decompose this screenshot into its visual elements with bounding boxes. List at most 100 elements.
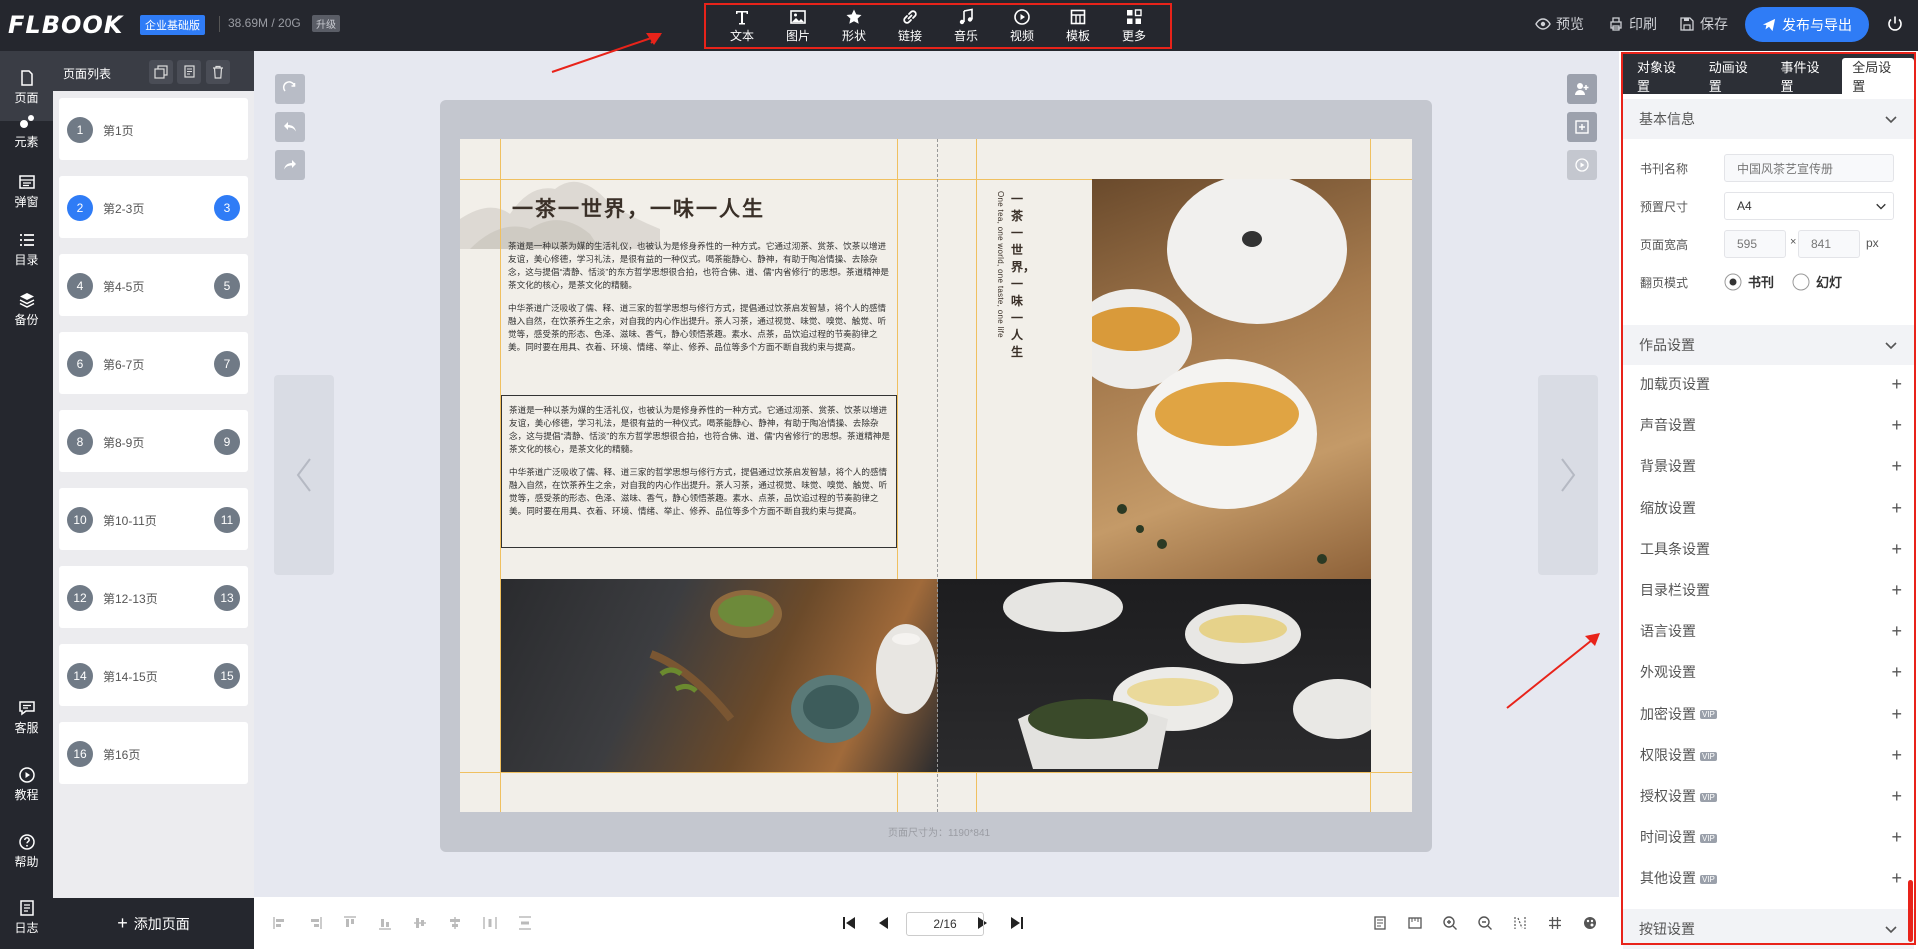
grid-icon[interactable] (1547, 915, 1563, 931)
redo-button[interactable] (275, 150, 305, 180)
distribute-v-icon[interactable] (517, 915, 533, 931)
add-user-icon (1575, 83, 1589, 95)
align-center-v-icon[interactable] (412, 915, 428, 931)
page-number-input[interactable]: 2/16 (906, 912, 984, 936)
tool-shape[interactable]: 形状 (830, 8, 878, 44)
nav-toc[interactable]: 目录 (0, 231, 53, 291)
save-button[interactable]: 保存 (1679, 14, 1728, 34)
video-icon (1014, 9, 1030, 25)
nav-label: 弹窗 (14, 195, 39, 209)
page-setting-button[interactable] (1567, 112, 1597, 142)
document-icon[interactable] (1372, 915, 1388, 931)
add-page-label: 添加页面 (133, 915, 190, 932)
prev-page-zone[interactable] (274, 375, 334, 575)
page-thumb-item[interactable]: 2 第2-3页 3 (59, 176, 248, 238)
zoom-out-icon[interactable] (1477, 915, 1493, 931)
page-thumb-item[interactable]: 1 第1页 (59, 98, 248, 160)
align-bottom-icon[interactable] (377, 915, 393, 931)
insert-toolbar: 文本 图片 形状 链接 音乐 视频 模板 更多 (704, 3, 1172, 49)
nav-log[interactable]: 日志 (0, 899, 53, 949)
more-icon (1127, 9, 1142, 24)
page-thumb-item[interactable]: 14 第14-15页 15 (59, 644, 248, 706)
preview-button[interactable]: 预览 (1535, 14, 1584, 34)
first-page-icon[interactable] (841, 915, 857, 931)
duplicate-icon (184, 65, 195, 78)
last-page-icon[interactable] (1009, 915, 1025, 931)
align-right-icon[interactable] (307, 915, 323, 931)
nav-label: 元素 (14, 135, 39, 149)
page-thumb-item[interactable]: 8 第8-9页 9 (59, 410, 248, 472)
guide-lines-icon[interactable] (1512, 915, 1528, 931)
duplicate-page-button[interactable] (177, 60, 201, 84)
service-icon (18, 701, 35, 716)
nav-tutorial[interactable]: 教程 (0, 766, 53, 826)
tool-text[interactable]: 文本 (718, 8, 766, 44)
body-paragraph: 中华茶道广泛吸收了儒、释、道三家的哲学思想与修行方式，提倡通过饮茶启发智慧，将个… (509, 467, 888, 516)
reset-button[interactable] (275, 74, 305, 104)
book-left-page[interactable]: 一茶一世界，一味一人生 茶道是一种以茶为媒的生活礼仪，也被认为是修身养性的一种方… (460, 139, 938, 812)
redo-icon (284, 160, 296, 170)
page-number-badge: 5 (214, 273, 240, 299)
undo-button[interactable] (275, 112, 305, 142)
play-button[interactable] (1567, 150, 1597, 180)
publish-export-button[interactable]: 发布与导出 (1745, 7, 1869, 42)
page-thumb-item[interactable]: 12 第12-13页 13 (59, 566, 248, 628)
tool-image[interactable]: 图片 (774, 8, 822, 44)
nav-label: 帮助 (14, 855, 39, 869)
left-nav: 页面 元素 弹窗 目录 备份 客服 教程 帮助 日志 (0, 51, 53, 949)
add-page-button[interactable]: + 添加页面 (53, 898, 254, 949)
tool-link[interactable]: 链接 (886, 8, 934, 44)
nav-elements[interactable]: 元素 (0, 113, 53, 173)
chevron-right-icon (1561, 458, 1576, 492)
delete-page-button[interactable] (206, 60, 230, 84)
page-thumb-item[interactable]: 4 第4-5页 5 (59, 254, 248, 316)
teapot-illustration (1092, 179, 1347, 564)
align-center-h-icon[interactable] (447, 915, 463, 931)
color-palette-icon[interactable] (1582, 915, 1598, 931)
tool-template[interactable]: 模板 (1054, 8, 1102, 44)
page-number-badge: 7 (214, 351, 240, 377)
selected-text-box[interactable]: 茶道是一种以茶为媒的生活礼仪，也被认为是修身养性的一种方式。它通过沏茶、赏茶、饮… (501, 395, 897, 548)
page-number-badge: 2 (67, 195, 93, 221)
page-thumb-item[interactable]: 6 第6-7页 7 (59, 332, 248, 394)
toc-icon (19, 234, 34, 246)
book-right-page[interactable]: 一茶一世界，一味一人生 One tea, one world, one tast… (937, 139, 1412, 812)
add-user-button[interactable] (1567, 74, 1597, 104)
help-icon (18, 834, 35, 850)
body-paragraph: 中华茶道广泛吸收了儒、释、道三家的哲学思想与修行方式，提倡通过饮茶启发智慧，将个… (508, 303, 887, 352)
prev-page-icon[interactable] (876, 915, 892, 931)
tea-cups-photo[interactable] (938, 579, 1371, 772)
nav-service[interactable]: 客服 (0, 699, 53, 759)
annotation-arrow (1506, 633, 1600, 709)
print-button[interactable]: 印刷 (1608, 14, 1657, 34)
backup-icon (19, 293, 34, 308)
page-thumb-item[interactable]: 16 第16页 (59, 722, 248, 784)
page-thumb-item[interactable]: 10 第10-11页 11 (59, 488, 248, 550)
tool-more[interactable]: 更多 (1110, 8, 1158, 44)
nav-backup[interactable]: 备份 (0, 291, 53, 351)
tool-label: 图片 (785, 29, 810, 43)
nav-popup[interactable]: 弹窗 (0, 173, 53, 233)
power-icon[interactable] (1886, 15, 1904, 33)
tea-leaves-photo[interactable] (501, 579, 938, 772)
tool-music[interactable]: 音乐 (942, 8, 990, 44)
align-left-icon[interactable] (272, 915, 288, 931)
teapot-photo[interactable] (1092, 179, 1371, 588)
next-page-zone[interactable] (1538, 375, 1598, 575)
ruler-icon[interactable] (1407, 915, 1423, 931)
tool-label: 音乐 (953, 29, 978, 43)
reset-icon (282, 81, 296, 92)
body-paragraph: 茶道是一种以茶为媒的生活礼仪，也被认为是修身养性的一种方式。它通过沏茶、赏茶、饮… (509, 405, 890, 454)
tool-video[interactable]: 视频 (998, 8, 1046, 44)
page-list-panel: 页面列表 + 添加页面 1 第1页 2 第2-3页 3 4 第4-5页 5 6 第6-7页 7 8 第8… (53, 51, 254, 949)
nav-page[interactable]: 页面 (0, 51, 53, 121)
page-number-badge: 16 (67, 741, 93, 767)
align-top-icon[interactable] (342, 915, 358, 931)
upgrade-button[interactable]: 升级 (312, 15, 340, 32)
nav-help[interactable]: 帮助 (0, 833, 53, 893)
zoom-in-icon[interactable] (1442, 915, 1458, 931)
copy-page-button[interactable] (149, 60, 173, 84)
page-thumb-label: 第2-3页 (103, 202, 145, 216)
distribute-h-icon[interactable] (482, 915, 498, 931)
chevron-left-icon (296, 458, 311, 492)
